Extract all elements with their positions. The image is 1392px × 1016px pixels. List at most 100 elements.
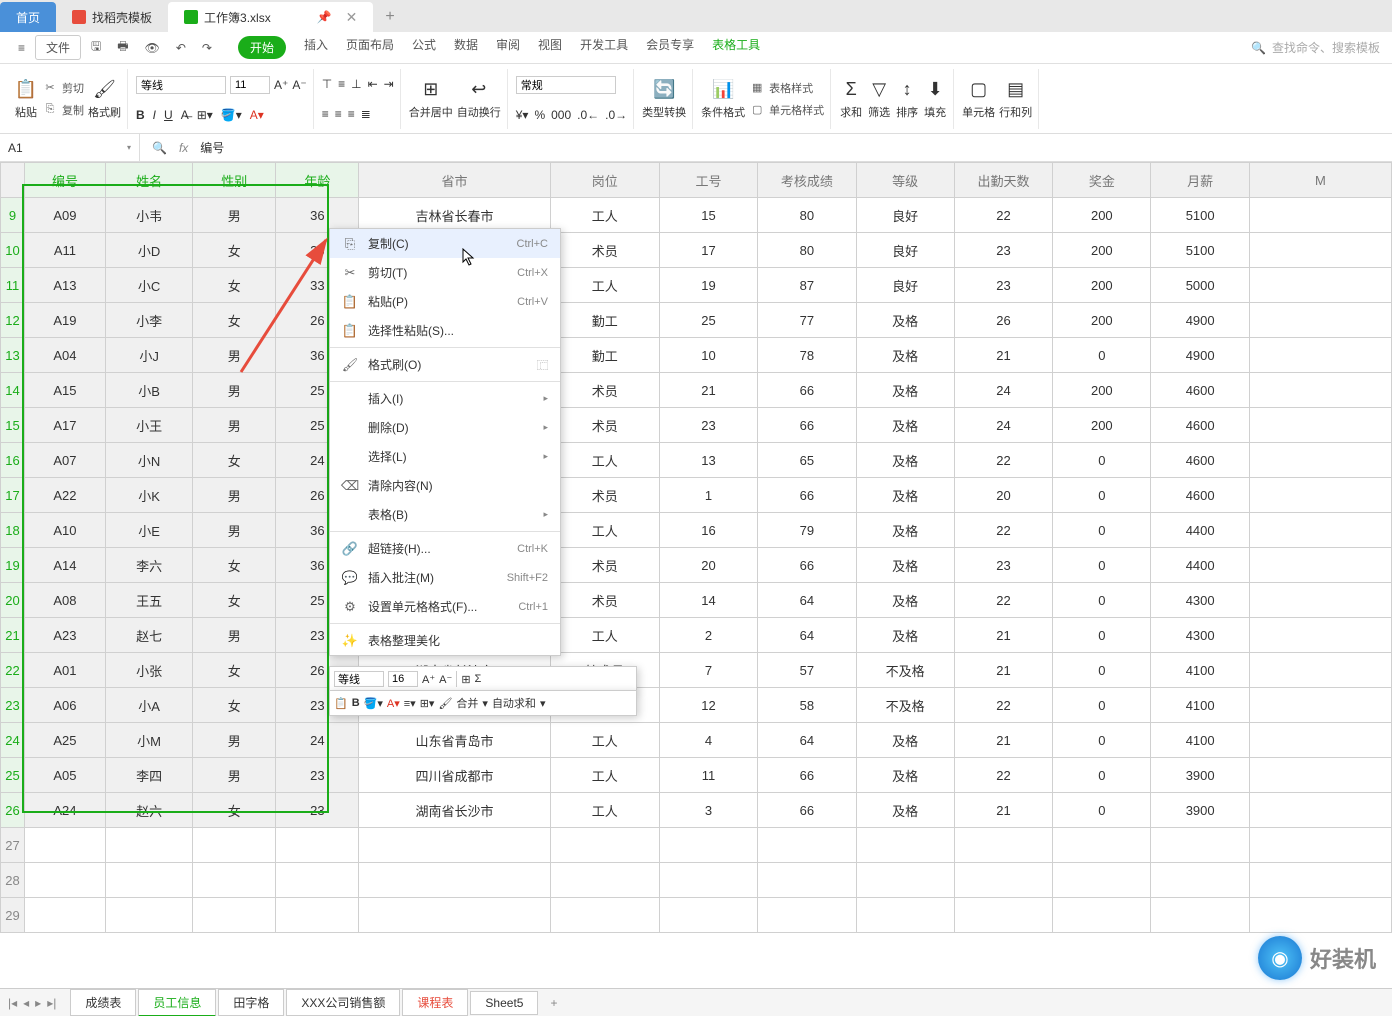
cell[interactable]: 男 — [193, 513, 276, 548]
cell[interactable] — [1249, 653, 1391, 688]
tab-review[interactable]: 审阅 — [496, 36, 520, 59]
font-color-button[interactable]: A▾ — [250, 108, 264, 122]
mini-bold[interactable]: B — [352, 697, 360, 709]
cell[interactable]: 0 — [1053, 548, 1151, 583]
border-button[interactable]: ⊞▾ — [197, 108, 213, 122]
increase-font-icon[interactable]: A⁺ — [274, 78, 288, 92]
col-header[interactable]: 出勤天数 — [954, 163, 1052, 198]
cell[interactable]: 19 — [659, 268, 757, 303]
mini-sum-icon[interactable]: Σ — [475, 673, 482, 685]
cell[interactable]: 女 — [193, 548, 276, 583]
cell[interactable]: 及格 — [856, 793, 954, 828]
cell[interactable]: 术员 — [550, 233, 659, 268]
cell[interactable] — [1249, 408, 1391, 443]
cell[interactable] — [1249, 828, 1391, 863]
cell[interactable] — [105, 898, 192, 933]
col-header[interactable]: 工号 — [659, 163, 757, 198]
mini-autosum-label[interactable]: 自动求和 — [492, 695, 536, 711]
cell[interactable]: 24 — [276, 723, 359, 758]
cell[interactable]: 79 — [758, 513, 856, 548]
col-header[interactable]: 岗位 — [550, 163, 659, 198]
cell[interactable] — [1053, 898, 1151, 933]
select-all-corner[interactable] — [1, 163, 25, 198]
cell[interactable] — [1249, 198, 1391, 233]
decimal-dec-icon[interactable]: .0→ — [605, 108, 627, 122]
ctx-delete[interactable]: 删除(D)▸ — [330, 413, 560, 442]
cell[interactable]: 23 — [954, 233, 1052, 268]
sheet-tab-1[interactable]: 员工信息 — [138, 989, 216, 1016]
undo-icon[interactable]: ↶ — [170, 37, 192, 59]
cell[interactable]: 及格 — [856, 443, 954, 478]
cell[interactable]: A14 — [25, 548, 106, 583]
cell[interactable]: A13 — [25, 268, 106, 303]
cell[interactable]: A24 — [25, 793, 106, 828]
cell[interactable]: 4900 — [1151, 303, 1249, 338]
cell[interactable]: 男 — [193, 478, 276, 513]
cell[interactable]: 22 — [954, 443, 1052, 478]
cell[interactable]: 200 — [1053, 268, 1151, 303]
cell[interactable]: 小J — [105, 338, 192, 373]
cell[interactable]: 22 — [954, 198, 1052, 233]
sheet-tab-4[interactable]: 课程表 — [402, 989, 468, 1016]
cell[interactable]: 64 — [758, 583, 856, 618]
merge-center-button[interactable]: ⊞合并居中 — [409, 78, 453, 120]
cell[interactable]: 小王 — [105, 408, 192, 443]
cell[interactable] — [193, 898, 276, 933]
row-header[interactable]: 19 — [1, 548, 25, 583]
preview-icon[interactable]: 👁 — [139, 37, 166, 59]
close-icon[interactable]: ✕ — [346, 9, 358, 26]
add-tab-button[interactable]: + — [373, 2, 406, 32]
cell[interactable] — [659, 863, 757, 898]
cell[interactable] — [359, 828, 550, 863]
decrease-font-icon[interactable]: A⁻ — [292, 78, 306, 92]
cell[interactable] — [1249, 513, 1391, 548]
cell[interactable]: 不及格 — [856, 653, 954, 688]
format-painter-button[interactable]: 🖌格式刷 — [88, 78, 121, 120]
mini-decrease-font[interactable]: A⁻ — [439, 673, 452, 686]
row-header[interactable]: 27 — [1, 828, 25, 863]
cell[interactable]: 13 — [659, 443, 757, 478]
cell[interactable]: 女 — [193, 688, 276, 723]
cell[interactable]: 术员 — [550, 408, 659, 443]
cell[interactable]: 4400 — [1151, 548, 1249, 583]
font-size-select[interactable] — [230, 76, 270, 94]
row-header[interactable]: 25 — [1, 758, 25, 793]
col-header[interactable]: 考核成绩 — [758, 163, 856, 198]
ctx-insert[interactable]: 插入(I)▸ — [330, 384, 560, 413]
col-header[interactable]: 月薪 — [1151, 163, 1249, 198]
row-header[interactable]: 29 — [1, 898, 25, 933]
bold-button[interactable]: B — [136, 108, 145, 122]
cell[interactable]: 22 — [954, 758, 1052, 793]
cell[interactable] — [105, 828, 192, 863]
cell[interactable]: A10 — [25, 513, 106, 548]
cell[interactable]: 小M — [105, 723, 192, 758]
cell[interactable]: 12 — [659, 688, 757, 723]
tab-vip[interactable]: 会员专享 — [646, 36, 694, 59]
cell[interactable]: A05 — [25, 758, 106, 793]
cell[interactable]: 77 — [758, 303, 856, 338]
cell[interactable]: 赵七 — [105, 618, 192, 653]
cell[interactable]: 80 — [758, 233, 856, 268]
cell-style-button[interactable]: ▢单元格样式 — [749, 102, 824, 118]
tab-insert[interactable]: 插入 — [304, 36, 328, 59]
cell[interactable]: 女 — [193, 443, 276, 478]
cell[interactable]: 男 — [193, 373, 276, 408]
name-box[interactable]: A1▾ — [0, 134, 140, 161]
col-header[interactable]: 编号 — [25, 163, 106, 198]
cell[interactable]: 0 — [1053, 478, 1151, 513]
cell[interactable]: 66 — [758, 373, 856, 408]
cell[interactable]: 0 — [1053, 793, 1151, 828]
cell[interactable]: 16 — [659, 513, 757, 548]
cell[interactable]: 21 — [954, 653, 1052, 688]
auto-wrap-button[interactable]: ↩自动换行 — [457, 78, 501, 120]
cell[interactable]: 工人 — [550, 618, 659, 653]
spreadsheet[interactable]: 编号姓名性别年龄省市岗位工号考核成绩等级出勤天数奖金月薪M9A09小韦男36吉林… — [0, 162, 1392, 933]
cell[interactable] — [193, 828, 276, 863]
cell[interactable]: 23 — [954, 268, 1052, 303]
cell[interactable] — [550, 898, 659, 933]
cell[interactable] — [659, 898, 757, 933]
col-header[interactable]: 姓名 — [105, 163, 192, 198]
cell[interactable]: 0 — [1053, 583, 1151, 618]
cell[interactable]: 65 — [758, 443, 856, 478]
row-header[interactable]: 26 — [1, 793, 25, 828]
